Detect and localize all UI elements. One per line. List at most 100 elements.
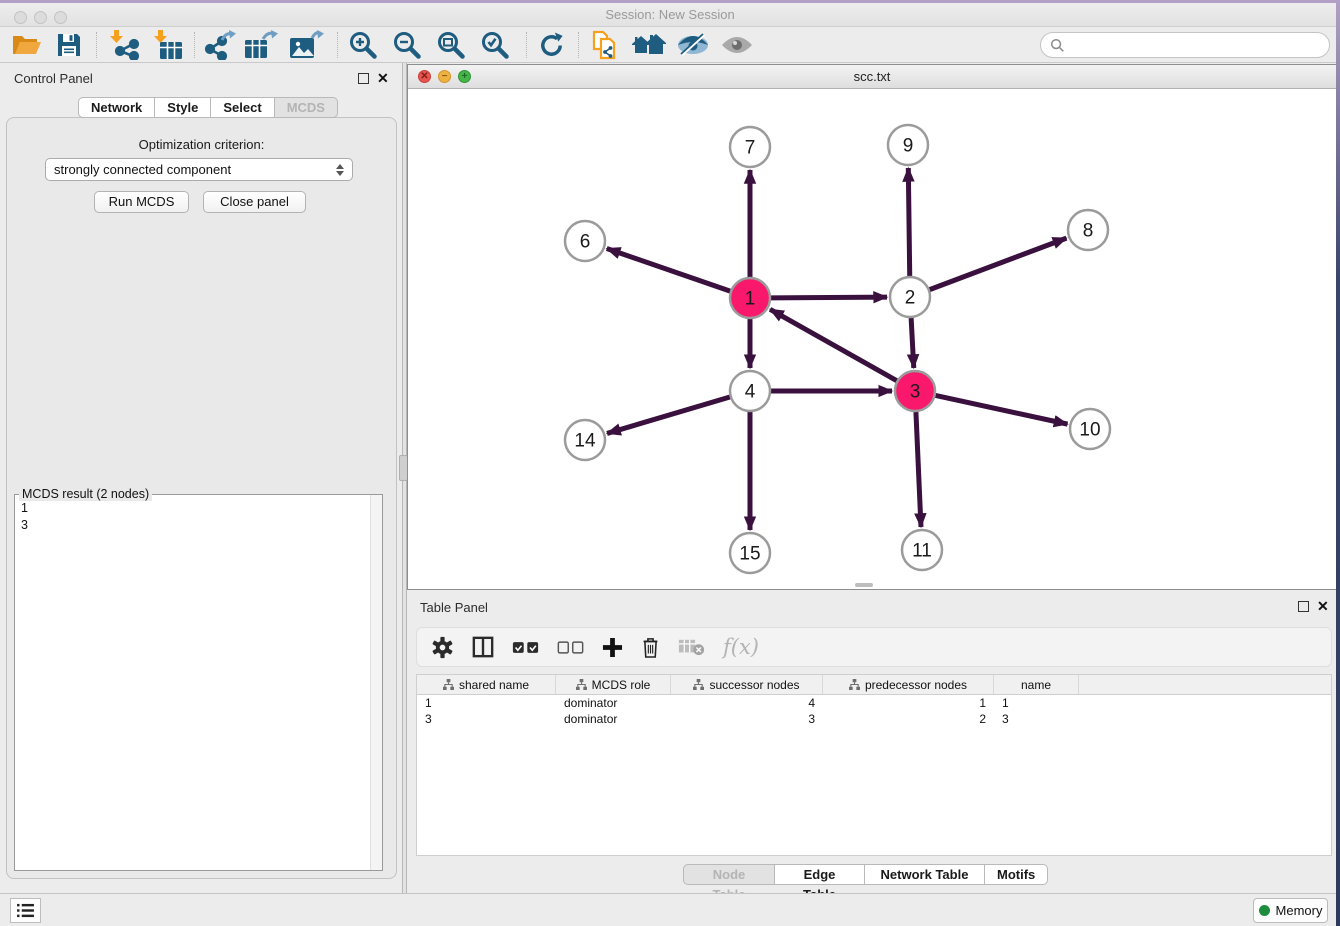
network-window-titlebar[interactable]: ✕ − + scc.txt <box>408 65 1336 89</box>
zoom-selected-icon[interactable] <box>476 30 514 60</box>
memory-button[interactable]: Memory <box>1253 898 1328 923</box>
float-panel-icon[interactable] <box>358 73 369 84</box>
edge-3-11[interactable] <box>916 412 921 527</box>
add-column-icon[interactable] <box>602 637 623 658</box>
tab-node-table[interactable]: Node Table <box>683 864 775 885</box>
mcds-result-item: 1 <box>21 500 364 517</box>
column-type-icon <box>443 679 454 690</box>
column-header-predecessor-nodes[interactable]: predecessor nodes <box>823 675 994 694</box>
toolbar-separator <box>578 32 579 58</box>
edge-2-3[interactable] <box>911 318 914 368</box>
export-table-icon[interactable] <box>242 30 280 60</box>
search-box[interactable] <box>1040 32 1330 58</box>
close-panel-button[interactable]: Close panel <box>203 191 306 213</box>
network-canvas[interactable]: 7968124314101511 <box>408 89 1336 589</box>
function-builder-icon[interactable]: f(x) <box>723 635 759 659</box>
column-header-name[interactable]: name <box>994 675 1079 694</box>
mcds-result-item: 3 <box>21 517 364 534</box>
close-table-panel-icon[interactable]: ✕ <box>1317 601 1329 612</box>
hide-unselected-eye-icon[interactable] <box>674 30 712 60</box>
delete-table-icon[interactable] <box>678 637 705 657</box>
tab-network-table[interactable]: Network Table <box>865 864 985 885</box>
graph-node-label: 10 <box>1079 420 1100 441</box>
home-networks-icon[interactable] <box>630 30 668 60</box>
task-history-button[interactable] <box>10 898 41 923</box>
optimization-criterion-select[interactable]: strongly connected component <box>45 158 353 181</box>
show-eye-icon[interactable] <box>718 30 756 60</box>
edge-3-10[interactable] <box>936 395 1068 424</box>
memory-status-dot <box>1259 905 1270 916</box>
graph-node-label: 3 <box>910 382 921 403</box>
tab-edge-table[interactable]: Edge Table <box>775 864 865 885</box>
tab-network[interactable]: Network <box>78 97 155 118</box>
optimization-criterion-label: Optimization criterion: <box>0 137 403 152</box>
search-icon <box>1050 38 1065 53</box>
mcds-scrollbar[interactable] <box>370 495 382 870</box>
graph-node-label: 14 <box>574 431 596 452</box>
close-window-button[interactable] <box>14 11 27 24</box>
network-maximize-icon[interactable]: + <box>458 70 471 83</box>
edge-2-8[interactable] <box>930 238 1067 289</box>
network-graph[interactable]: 7968124314101511 <box>408 89 1336 589</box>
mcds-result-list: 1 3 <box>15 495 370 870</box>
cell-name: 3 <box>994 711 1079 727</box>
graph-node-label: 15 <box>739 544 760 565</box>
deselect-all-rows-icon[interactable] <box>557 640 584 655</box>
cell-mcds-role: dominator <box>556 711 671 727</box>
tab-mcds[interactable]: MCDS <box>275 97 338 118</box>
open-session-icon[interactable] <box>8 30 46 60</box>
edge-1-2[interactable] <box>771 297 887 298</box>
table-settings-gear-icon[interactable] <box>431 636 454 659</box>
column-header-shared-name[interactable]: shared name <box>417 675 556 694</box>
zoom-out-icon[interactable] <box>388 30 426 60</box>
close-panel-icon[interactable]: ✕ <box>377 73 389 84</box>
import-table-icon[interactable] <box>148 30 186 60</box>
column-header-successor-nodes[interactable]: successor nodes <box>671 675 823 694</box>
import-network-icon[interactable] <box>104 30 142 60</box>
refresh-icon[interactable] <box>532 30 570 60</box>
tab-select[interactable]: Select <box>211 97 274 118</box>
cell-successor-nodes: 4 <box>671 695 823 711</box>
edge-1-6[interactable] <box>607 249 730 292</box>
tab-style[interactable]: Style <box>155 97 211 118</box>
cell-predecessor-nodes: 1 <box>823 695 994 711</box>
delete-column-trash-icon[interactable] <box>641 636 660 659</box>
memory-label: Memory <box>1276 903 1323 918</box>
edge-2-9[interactable] <box>908 168 909 276</box>
zoom-in-icon[interactable] <box>344 30 382 60</box>
table-panel-title: Table Panel <box>420 600 488 615</box>
cell-successor-nodes: 3 <box>671 711 823 727</box>
save-session-icon[interactable] <box>50 30 88 60</box>
search-input[interactable] <box>1070 38 1329 53</box>
show-columns-icon[interactable] <box>472 636 494 658</box>
export-network-icon[interactable] <box>200 30 238 60</box>
graph-node-label: 8 <box>1083 221 1094 242</box>
clone-network-icon[interactable] <box>586 30 624 60</box>
column-header-mcds-role[interactable]: MCDS role <box>556 675 671 694</box>
column-type-icon <box>693 679 704 690</box>
select-all-rows-icon[interactable] <box>512 640 539 655</box>
toolbar-separator <box>96 32 97 58</box>
zoom-window-button[interactable] <box>54 11 67 24</box>
zoom-fit-icon[interactable] <box>432 30 470 60</box>
desktop-edge-right <box>1336 0 1340 926</box>
edge-4-14[interactable] <box>607 397 730 433</box>
network-hscrollbar-thumb[interactable] <box>855 583 873 587</box>
titlebar: Session: New Session <box>0 3 1340 27</box>
main-toolbar <box>0 27 1340 63</box>
network-close-icon[interactable]: ✕ <box>418 70 431 83</box>
cell-shared-name: 1 <box>417 695 556 711</box>
network-minimize-icon[interactable]: − <box>438 70 451 83</box>
column-type-icon <box>849 679 860 690</box>
cell-name: 1 <box>994 695 1079 711</box>
edge-3-1[interactable] <box>770 309 897 380</box>
table-row[interactable]: 3 dominator 3 2 3 <box>417 711 1331 727</box>
run-mcds-button[interactable]: Run MCDS <box>94 191 189 213</box>
dropdown-value: strongly connected component <box>54 162 336 177</box>
export-image-icon[interactable] <box>287 30 325 60</box>
minimize-window-button[interactable] <box>34 11 47 24</box>
node-table: shared name MCDS role successor nodes pr… <box>416 674 1332 856</box>
tab-motifs[interactable]: Motifs <box>985 864 1048 885</box>
table-row[interactable]: 1 dominator 4 1 1 <box>417 695 1331 711</box>
float-table-panel-icon[interactable] <box>1298 601 1309 612</box>
